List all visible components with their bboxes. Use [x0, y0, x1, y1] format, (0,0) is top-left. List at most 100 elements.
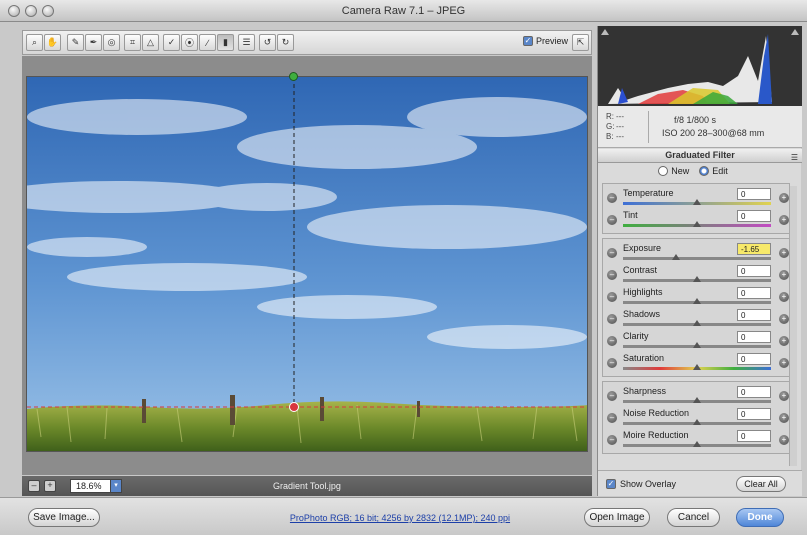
- increase-temperature-icon[interactable]: +: [779, 193, 789, 203]
- image-status-bar: – + 18.6% ▾ Gradient Tool.jpg: [22, 476, 592, 496]
- adjustments-panel: R: --- G: --- B: --- f/8 1/800 s ISO 200 28…: [597, 26, 802, 496]
- green-value: ---: [616, 122, 624, 131]
- decrease-temperature-icon[interactable]: –: [607, 193, 617, 203]
- contrast-value-field[interactable]: 0: [737, 265, 771, 277]
- decrease-tint-icon[interactable]: –: [607, 215, 617, 225]
- highlights-value-field[interactable]: 0: [737, 287, 771, 299]
- hand-icon[interactable]: ✋: [44, 34, 61, 51]
- panel-scrollbar[interactable]: [789, 186, 797, 466]
- saturation-value-field[interactable]: 0: [737, 353, 771, 365]
- mode-new-radio[interactable]: [658, 166, 669, 176]
- preview-label: Preview: [536, 36, 569, 46]
- shadows-slider-thumb[interactable]: [693, 320, 701, 326]
- mode-edit[interactable]: Edit: [699, 166, 728, 176]
- panel-menu-icon[interactable]: ☰: [791, 151, 798, 164]
- cancel-button[interactable]: Cancel: [667, 508, 720, 527]
- white-balance-icon[interactable]: ✎: [67, 34, 84, 51]
- photo-svg[interactable]: [27, 77, 588, 452]
- increase-noise-reduction-icon[interactable]: +: [779, 413, 789, 423]
- exposure-value-field[interactable]: -1.65: [737, 243, 771, 255]
- workflow-options-link[interactable]: ProPhoto RGB; 16 bit; 4256 by 2832 (12.1…: [230, 513, 570, 523]
- targeted-adjust-icon[interactable]: ◎: [103, 34, 120, 51]
- slider-group: – Exposure -1.65 + – Contrast 0 + – Highlights 0 + –…: [602, 238, 790, 377]
- sharpness-label: Sharpness: [623, 386, 667, 396]
- gradient-start-pin[interactable]: [289, 72, 298, 81]
- mode-edit-radio[interactable]: [699, 166, 710, 176]
- increase-sharpness-icon[interactable]: +: [779, 391, 789, 401]
- increase-shadows-icon[interactable]: +: [779, 314, 789, 324]
- slider-row-tint: – Tint 0 +: [603, 209, 789, 231]
- sharpness-slider-thumb[interactable]: [693, 397, 701, 403]
- show-overlay-checkbox[interactable]: ✓: [606, 479, 616, 489]
- increase-saturation-icon[interactable]: +: [779, 358, 789, 368]
- increase-exposure-icon[interactable]: +: [779, 248, 789, 258]
- increase-contrast-icon[interactable]: +: [779, 270, 789, 280]
- done-button[interactable]: Done: [736, 508, 784, 527]
- sharpness-value-field[interactable]: 0: [737, 386, 771, 398]
- straighten-icon[interactable]: △: [142, 34, 159, 51]
- decrease-noise-reduction-icon[interactable]: –: [607, 413, 617, 423]
- tint-slider-thumb[interactable]: [693, 221, 701, 227]
- increase-moire-reduction-icon[interactable]: +: [779, 435, 789, 445]
- mode-new[interactable]: New: [658, 166, 689, 176]
- rotate-left-icon[interactable]: ↺: [259, 34, 276, 51]
- noise-reduction-value-field[interactable]: 0: [737, 408, 771, 420]
- increase-tint-icon[interactable]: +: [779, 215, 789, 225]
- contrast-slider-thumb[interactable]: [693, 276, 701, 282]
- graduated-filter-icon[interactable]: ▮: [217, 34, 234, 51]
- saturation-slider-thumb[interactable]: [693, 364, 701, 370]
- show-overlay-label: Show Overlay: [620, 479, 677, 489]
- spot-removal-icon[interactable]: ✓: [163, 34, 180, 51]
- preview-toggle[interactable]: ✓ Preview: [523, 36, 568, 46]
- mode-radio-group: New Edit: [598, 166, 788, 176]
- show-overlay-toggle[interactable]: ✓ Show Overlay: [606, 479, 676, 489]
- fullscreen-icon[interactable]: ⇱: [572, 34, 589, 51]
- slider-row-highlights: – Highlights 0 +: [603, 286, 789, 308]
- temperature-value-field[interactable]: 0: [737, 188, 771, 200]
- decrease-highlights-icon[interactable]: –: [607, 292, 617, 302]
- decrease-contrast-icon[interactable]: –: [607, 270, 617, 280]
- preferences-icon[interactable]: ☰: [238, 34, 255, 51]
- adjustment-brush-icon[interactable]: ∕: [199, 34, 216, 51]
- open-image-button[interactable]: Open Image: [584, 508, 650, 527]
- decrease-sharpness-icon[interactable]: –: [607, 391, 617, 401]
- highlights-slider-thumb[interactable]: [693, 298, 701, 304]
- exposure-slider-track[interactable]: [623, 257, 771, 260]
- decrease-shadows-icon[interactable]: –: [607, 314, 617, 324]
- tool-bar: ⌕ ✋ ✎ ✒ ◎ ⌗ △ ✓ ⦿ ∕ ▮ ☰ ↺ ↻ ✓ Preview ⇱: [22, 30, 592, 55]
- decrease-exposure-icon[interactable]: –: [607, 248, 617, 258]
- slider-group: – Temperature 0 + – Tint 0 +: [602, 183, 790, 234]
- moire-reduction-slider-thumb[interactable]: [693, 441, 701, 447]
- decrease-moire-reduction-icon[interactable]: –: [607, 435, 617, 445]
- iso-lens: ISO 200 28–300@68 mm: [662, 128, 765, 138]
- increase-clarity-icon[interactable]: +: [779, 336, 789, 346]
- histogram-graph: [608, 34, 772, 104]
- clarity-value-field[interactable]: 0: [737, 331, 771, 343]
- contrast-label: Contrast: [623, 265, 658, 275]
- preview-checkbox[interactable]: ✓: [523, 36, 533, 46]
- save-image-button[interactable]: Save Image...: [28, 508, 100, 527]
- tint-value-field[interactable]: 0: [737, 210, 771, 222]
- panel-title: Graduated Filter: [665, 150, 735, 160]
- crop-icon[interactable]: ⌗: [124, 34, 141, 51]
- shadows-value-field[interactable]: 0: [737, 309, 771, 321]
- increase-highlights-icon[interactable]: +: [779, 292, 789, 302]
- decrease-saturation-icon[interactable]: –: [607, 358, 617, 368]
- photo-preview[interactable]: [26, 76, 588, 452]
- clear-all-button[interactable]: Clear All: [736, 476, 786, 492]
- zoom-icon[interactable]: ⌕: [26, 34, 43, 51]
- clarity-slider-thumb[interactable]: [693, 342, 701, 348]
- noise-reduction-slider-thumb[interactable]: [693, 419, 701, 425]
- red-eye-icon[interactable]: ⦿: [181, 34, 198, 51]
- temperature-slider-thumb[interactable]: [693, 199, 701, 205]
- exposure-label: Exposure: [623, 243, 662, 253]
- clarity-label: Clarity: [623, 331, 649, 341]
- rotate-right-icon[interactable]: ↻: [277, 34, 294, 51]
- decrease-clarity-icon[interactable]: –: [607, 336, 617, 346]
- exposure-slider-thumb[interactable]: [672, 254, 681, 260]
- color-sampler-icon[interactable]: ✒: [85, 34, 102, 51]
- slider-row-contrast: – Contrast 0 +: [603, 264, 789, 286]
- tint-label: Tint: [623, 210, 638, 220]
- moire-reduction-value-field[interactable]: 0: [737, 430, 771, 442]
- slider-row-shadows: – Shadows 0 +: [603, 308, 789, 330]
